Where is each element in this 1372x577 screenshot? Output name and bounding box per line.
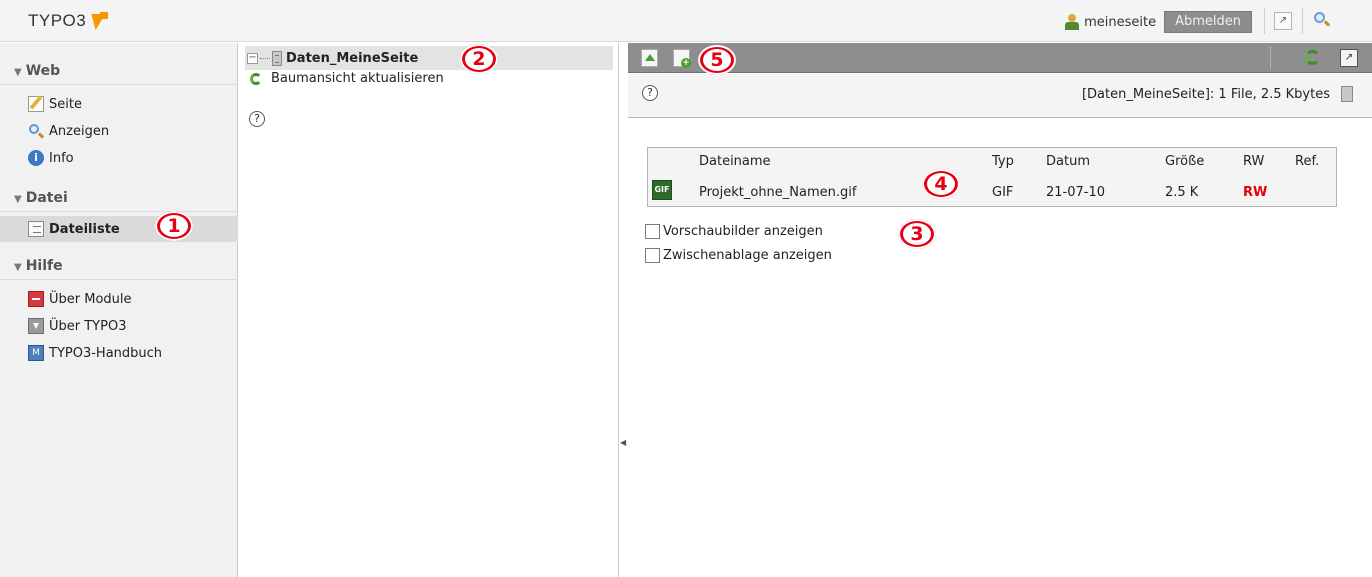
module-item-ueber-module[interactable]: Über Module [0, 286, 238, 312]
module-item-dateiliste[interactable]: Dateiliste [0, 216, 238, 242]
callout-badge-2: 2 [460, 44, 498, 74]
module-group-datei[interactable]: ▼ Datei [0, 184, 238, 212]
module-item-label: Dateiliste [49, 221, 120, 237]
module-menu: ▼ Web Seite Anzeigen i Info ▼ Datei Dateil… [0, 43, 238, 577]
reload-icon[interactable] [1305, 50, 1321, 66]
callout-badge-4: 4 [922, 169, 960, 199]
module-item-info[interactable]: i Info [0, 145, 238, 171]
triangle-down-icon: ▼ [14, 262, 22, 273]
callout-badge-3: 3 [898, 219, 936, 249]
folder-info: [Daten_MeineSeite]: 1 File, 2.5 Kbytes [1081, 87, 1330, 102]
content-area: + ↗ ? [Daten_MeineSeite]: 1 File, 2.5 Kb… [628, 43, 1372, 577]
show-thumbnails-checkbox[interactable] [645, 224, 660, 239]
col-header-ref: Ref. [1295, 154, 1320, 169]
logout-button[interactable]: Abmelden [1164, 11, 1252, 33]
file-rw-status: RW [1243, 185, 1268, 200]
file-table: Dateiname Typ Datum Größe RW Ref. GIF Pr… [647, 147, 1337, 207]
file-size: 2.5 K [1165, 185, 1199, 200]
view-search-icon [28, 123, 45, 139]
tree-connector [260, 57, 270, 59]
help-icon[interactable]: ? [642, 85, 658, 101]
module-item-typo3-handbuch[interactable]: M TYPO3-Handbuch [0, 340, 238, 366]
module-item-label: Über Module [49, 291, 132, 307]
group-label: Hilfe [25, 258, 63, 274]
folder-icon[interactable] [272, 50, 282, 66]
upload-icon[interactable] [641, 49, 658, 67]
about-modules-icon [28, 291, 44, 307]
toolbar-divider [1270, 47, 1271, 69]
col-header-type[interactable]: Typ [992, 154, 1014, 169]
collapse-tree-arrow-icon[interactable]: ◀ [620, 438, 626, 447]
show-thumbnails-label[interactable]: Vorschaubilder anzeigen [663, 224, 823, 239]
col-header-rw: RW [1243, 154, 1265, 169]
module-group-web[interactable]: ▼ Web [0, 57, 238, 85]
file-type: GIF [992, 185, 1014, 200]
page-edit-icon [28, 95, 44, 112]
info-bar: ? [Daten_MeineSeite]: 1 File, 2.5 Kbytes [628, 74, 1372, 118]
module-group-hilfe[interactable]: ▼ Hilfe [0, 252, 238, 280]
help-icon[interactable]: ? [249, 111, 265, 127]
toolbar-divider [1302, 8, 1303, 34]
show-clipboard-checkbox[interactable] [645, 248, 660, 263]
toolbar-divider [1264, 8, 1265, 34]
info-icon: i [28, 150, 44, 166]
group-label: Web [25, 63, 61, 79]
show-clipboard-option[interactable]: Zwischenablage anzeigen [645, 248, 832, 263]
module-item-anzeigen[interactable]: Anzeigen [0, 118, 238, 144]
module-item-label: Über TYPO3 [49, 318, 127, 334]
shortcut-icon[interactable]: ↗ [1340, 49, 1358, 67]
module-item-ueber-typo3[interactable]: Über TYPO3 [0, 313, 238, 339]
callout-badge-5: 5 [698, 45, 736, 75]
module-item-label: Seite [49, 96, 82, 112]
col-header-name[interactable]: Dateiname [699, 154, 771, 169]
show-clipboard-label[interactable]: Zwischenablage anzeigen [663, 248, 832, 263]
tree-root-node[interactable]: − Daten_MeineSeite [245, 46, 613, 70]
show-thumbnails-option[interactable]: Vorschaubilder anzeigen [645, 224, 823, 239]
module-item-seite[interactable]: Seite [0, 91, 238, 117]
callout-badge-1: 1 [155, 211, 193, 241]
group-label: Datei [25, 190, 68, 206]
shortcut-icon[interactable]: ↗ [1274, 12, 1292, 30]
folder-tree: − Daten_MeineSeite Baumansicht aktualisi… [239, 43, 619, 577]
triangle-down-icon: ▼ [14, 194, 22, 205]
typo3-logo[interactable]: TYPO3 [28, 11, 110, 31]
module-item-label: TYPO3-Handbuch [49, 345, 163, 361]
refresh-icon [249, 72, 263, 86]
typo3-logo-icon [88, 12, 110, 30]
user-icon [1064, 14, 1080, 30]
username[interactable]: meineseite [1084, 15, 1156, 30]
col-header-date[interactable]: Datum [1046, 154, 1090, 169]
search-icon[interactable] [1313, 11, 1331, 29]
tree-refresh-label: Baumansicht aktualisieren [271, 71, 444, 86]
manual-icon: M [28, 345, 44, 361]
doc-header: + ↗ [628, 43, 1372, 73]
new-file-icon[interactable]: + [673, 49, 691, 68]
logo-text: TYPO3 [28, 11, 87, 30]
collapse-icon[interactable]: − [247, 52, 258, 64]
tree-root-label[interactable]: Daten_MeineSeite [286, 51, 418, 66]
folder-storage-icon [1341, 86, 1353, 102]
file-date: 21-07-10 [1046, 185, 1106, 200]
filelist-icon [28, 221, 44, 237]
triangle-down-icon: ▼ [14, 67, 22, 78]
col-header-size[interactable]: Größe [1165, 154, 1204, 169]
about-typo3-icon [28, 318, 44, 334]
module-item-label: Info [49, 150, 74, 166]
user-area: meineseite Abmelden [1064, 11, 1252, 33]
file-name-link[interactable]: Projekt_ohne_Namen.gif [699, 185, 856, 200]
gif-file-icon[interactable]: GIF [652, 180, 672, 200]
tree-refresh-link[interactable]: Baumansicht aktualisieren [249, 71, 444, 86]
module-item-label: Anzeigen [49, 123, 110, 139]
top-bar: TYPO3 meineseite Abmelden ↗ [0, 0, 1372, 42]
